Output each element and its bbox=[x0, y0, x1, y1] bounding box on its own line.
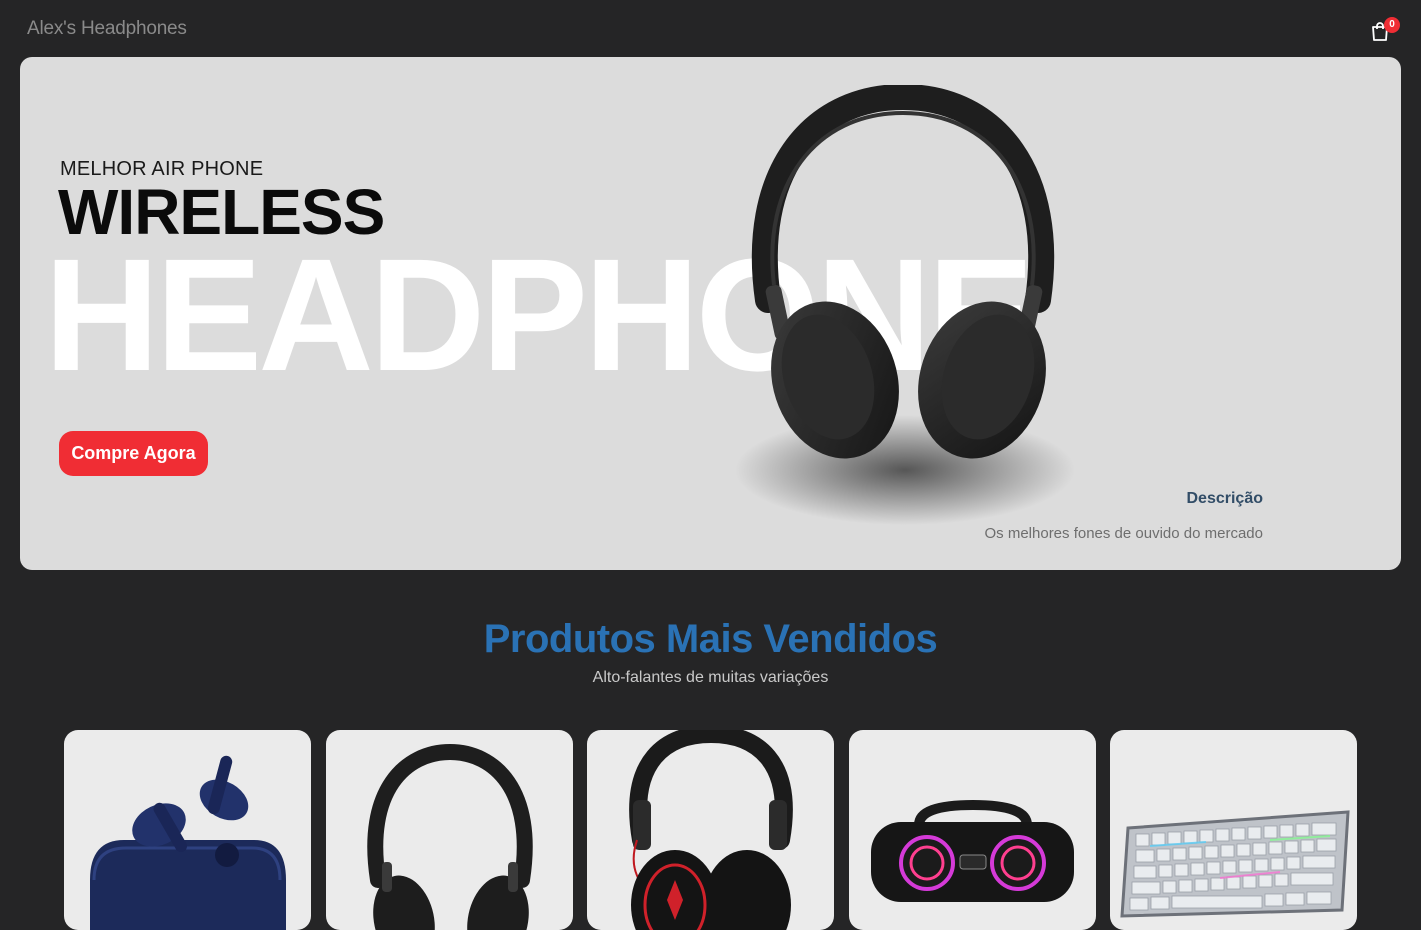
speaker-image bbox=[871, 799, 1074, 902]
buy-now-button[interactable]: Compre Agora bbox=[59, 431, 208, 476]
hero-banner: MELHOR AIR PHONE WIRELESS HEADPHONE Comp… bbox=[20, 57, 1401, 570]
navbar: Alex's Headphones 0 bbox=[0, 0, 1421, 57]
product-card-earbuds[interactable] bbox=[64, 730, 311, 930]
product-card-keyboard[interactable] bbox=[1110, 730, 1357, 930]
gaming-headset-image bbox=[629, 730, 793, 930]
product-card-speaker[interactable] bbox=[849, 730, 1096, 930]
headphone-image bbox=[367, 743, 533, 930]
hero-description-title: Descrição bbox=[1186, 490, 1264, 507]
product-card-headphone[interactable] bbox=[326, 730, 573, 930]
cart-button[interactable]: 0 bbox=[1366, 15, 1400, 45]
product-card-gaming-headset[interactable] bbox=[587, 730, 834, 930]
products-heading: Produtos Mais Vendidos bbox=[483, 617, 938, 661]
hero-description-text: Os melhores fones de ouvido do mercado bbox=[984, 525, 1264, 542]
logo-link[interactable]: Alex's Headphones bbox=[27, 18, 187, 40]
keyboard-image bbox=[1120, 810, 1350, 918]
hero-headphone-image bbox=[735, 85, 1075, 525]
products-subheading: Alto-falantes de muitas variações bbox=[592, 669, 829, 686]
cart-count-badge: 0 bbox=[1384, 17, 1400, 33]
earbuds-image bbox=[90, 755, 286, 930]
